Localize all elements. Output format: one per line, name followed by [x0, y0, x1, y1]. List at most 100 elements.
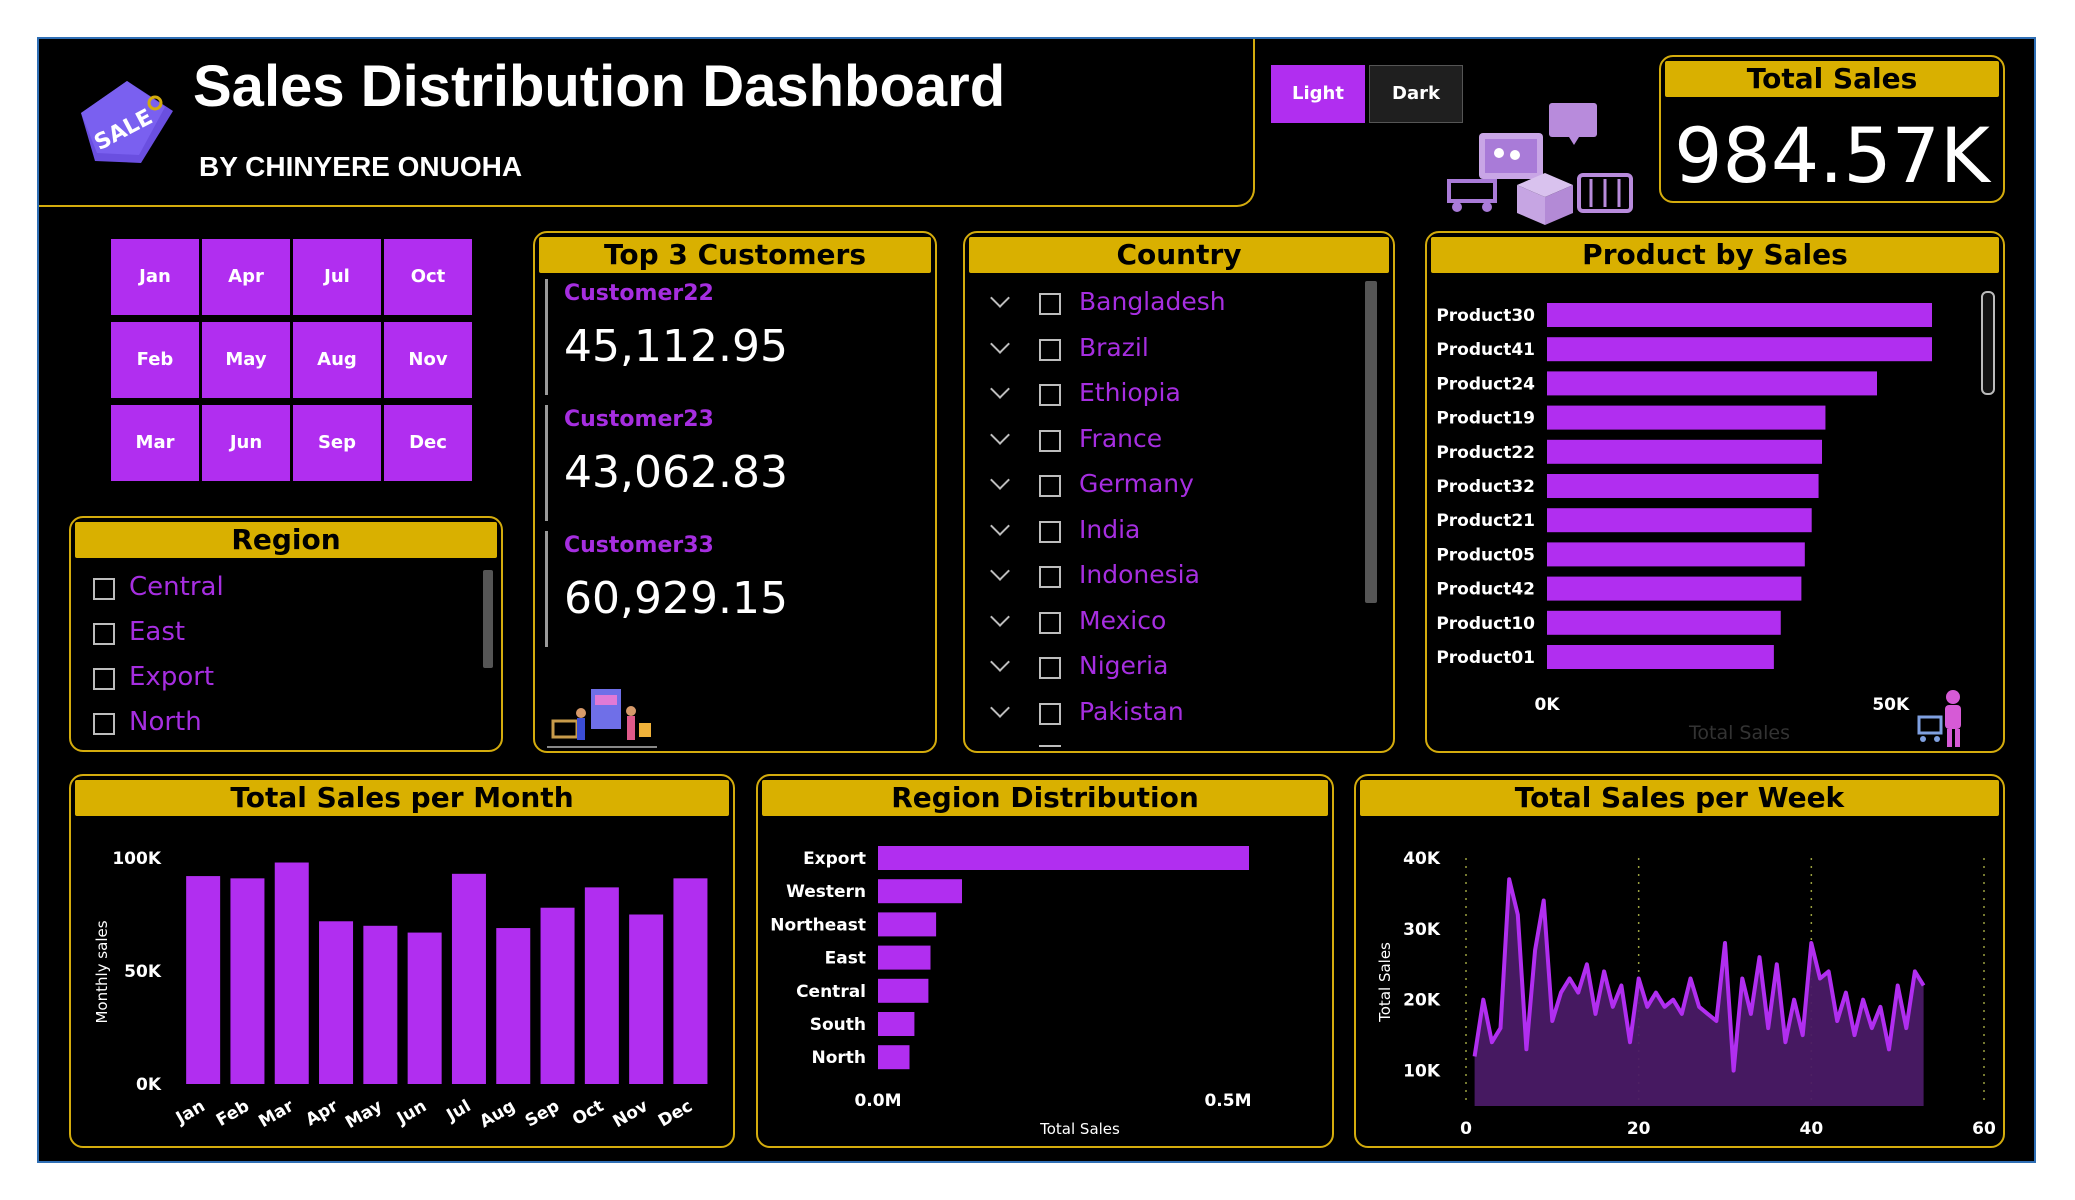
- country-item-france[interactable]: France: [985, 420, 1365, 462]
- country-checkbox[interactable]: [1039, 702, 1061, 725]
- month-bar: [451, 873, 486, 1084]
- month-bar: [540, 907, 575, 1084]
- region-label: East: [825, 949, 866, 969]
- chevron-down-icon[interactable]: [990, 470, 1010, 490]
- region-label: South: [810, 1015, 866, 1035]
- product-label: Product41: [1436, 340, 1535, 360]
- country-item-nigeria[interactable]: Nigeria: [985, 647, 1365, 689]
- chevron-down-icon[interactable]: [990, 697, 1010, 718]
- country-item-bangladesh[interactable]: Bangladesh: [985, 283, 1365, 325]
- month-button-may[interactable]: May: [202, 322, 290, 398]
- x-tick-label: Nov: [610, 1096, 652, 1132]
- x-tick-label: Oct: [569, 1096, 607, 1130]
- region-bar: [878, 846, 1249, 870]
- month-button-sep[interactable]: Sep: [293, 405, 381, 481]
- product-label: Product22: [1436, 443, 1535, 463]
- region-item-label: Central: [129, 572, 224, 602]
- region-list: Central East Export North: [89, 570, 469, 746]
- chevron-down-icon[interactable]: [990, 515, 1010, 536]
- country-checkbox[interactable]: [1039, 429, 1061, 452]
- y-tick-label: 10K: [1403, 1062, 1441, 1082]
- month-button-apr[interactable]: Apr: [202, 239, 290, 315]
- chevron-down-icon[interactable]: [990, 288, 1010, 308]
- country-scrollbar[interactable]: [1365, 281, 1377, 603]
- country-checkbox[interactable]: [1039, 657, 1061, 679]
- region-item-label: Export: [129, 662, 215, 692]
- header-panel: SALE Sales Distribution Dashboard BY CHI…: [39, 39, 1255, 207]
- y-axis-label: Monthly sales: [93, 920, 111, 1023]
- country-checkbox[interactable]: [1039, 384, 1061, 406]
- month-button-dec[interactable]: Dec: [384, 405, 472, 481]
- country-item-brazil[interactable]: Brazil: [985, 329, 1365, 371]
- customer-name: Customer22: [564, 281, 714, 306]
- month-button-jun[interactable]: Jun: [202, 405, 290, 481]
- x-axis-label: Total Sales: [1039, 1120, 1120, 1138]
- month-bar: [673, 878, 708, 1084]
- month-button-feb[interactable]: Feb: [111, 322, 199, 398]
- month-button-nov[interactable]: Nov: [384, 322, 472, 398]
- month-button-jan[interactable]: Jan: [111, 239, 199, 315]
- theme-light-button[interactable]: Light: [1271, 65, 1365, 123]
- product-scrollbar[interactable]: [1981, 291, 1995, 395]
- chevron-down-icon[interactable]: [990, 606, 1010, 627]
- region-distribution-chart: Export Western Northeast East Central South No…: [770, 846, 1252, 1138]
- product-sales-panel: Product by Sales Product30 Product41 Produ…: [1425, 231, 2005, 753]
- country-item-label: Mexico: [1079, 605, 1167, 635]
- country-item-label: France: [1079, 423, 1163, 453]
- month-button-oct[interactable]: Oct: [384, 239, 472, 315]
- country-checkbox[interactable]: [1039, 475, 1061, 497]
- region-checkbox[interactable]: [93, 668, 115, 690]
- product-sales-title: Product by Sales: [1431, 237, 1999, 273]
- country-item-mexico[interactable]: Mexico: [985, 602, 1365, 644]
- month-button-aug[interactable]: Aug: [293, 322, 381, 398]
- month-bar: [584, 887, 619, 1084]
- country-checkbox[interactable]: [1039, 293, 1061, 315]
- region-checkbox[interactable]: [93, 713, 115, 735]
- product-label: Product30: [1436, 306, 1535, 326]
- region-item-north[interactable]: North: [89, 705, 449, 745]
- region-distribution-panel: Region Distribution Export Western Northea…: [756, 774, 1334, 1148]
- country-checkbox[interactable]: [1039, 520, 1061, 543]
- country-item-germany[interactable]: Germany: [985, 465, 1365, 507]
- month-button-mar[interactable]: Mar: [111, 405, 199, 481]
- region-checkbox[interactable]: [93, 578, 115, 600]
- country-item-india[interactable]: India: [985, 511, 1365, 553]
- x-tick-label: Apr: [302, 1096, 342, 1130]
- month-bar: [363, 925, 398, 1084]
- country-checkbox[interactable]: [1039, 611, 1061, 634]
- shopping-illustration-icon: [1439, 97, 1639, 229]
- region-item-east[interactable]: East: [89, 615, 449, 655]
- top-customers-panel: Top 3 Customers Customer22 45,112.95 Custo…: [533, 231, 937, 753]
- country-item-label: India: [1079, 514, 1141, 544]
- chevron-down-icon[interactable]: [990, 379, 1010, 399]
- country-item-pakistan[interactable]: Pakistan: [985, 693, 1365, 735]
- region-label: Northeast: [770, 915, 866, 935]
- chevron-down-icon[interactable]: [990, 424, 1010, 445]
- country-checkbox[interactable]: [1039, 338, 1061, 361]
- country-checkbox-partial[interactable]: [1039, 745, 1061, 749]
- monthly-sales-panel: Total Sales per Month 0K 50K 100K Jan Feb Mar…: [69, 774, 735, 1148]
- customer-card: Customer23 43,062.83: [545, 405, 928, 521]
- product-label: Product42: [1436, 580, 1535, 600]
- chevron-down-icon[interactable]: [990, 561, 1010, 581]
- country-item-indonesia[interactable]: Indonesia: [985, 556, 1365, 598]
- region-checkbox[interactable]: [93, 623, 115, 645]
- country-item-label: Pakistan: [1079, 696, 1184, 726]
- country-checkbox[interactable]: [1039, 566, 1061, 588]
- month-button-jul[interactable]: Jul: [293, 239, 381, 315]
- region-label: Export: [803, 849, 866, 869]
- product-bar: [1547, 508, 1812, 533]
- product-label: Product24: [1436, 374, 1535, 394]
- region-item-central[interactable]: Central: [89, 570, 449, 610]
- total-sales-card: Total Sales 984.57K: [1659, 55, 2005, 203]
- region-scrollbar[interactable]: [483, 570, 493, 668]
- country-item-ethiopia[interactable]: Ethiopia: [985, 374, 1365, 416]
- customer-sales-value: 60,929.15: [564, 573, 788, 624]
- month-slicer: Jan Apr Jul Oct Feb May Aug Nov Mar Jun Sep Dec: [111, 239, 472, 489]
- product-bar: [1547, 474, 1819, 498]
- customer-sales-value: 45,112.95: [564, 321, 788, 372]
- chevron-down-icon[interactable]: [990, 333, 1010, 354]
- region-item-export[interactable]: Export: [89, 660, 449, 700]
- country-item-label: Ethiopia: [1079, 378, 1181, 407]
- chevron-down-icon[interactable]: [990, 652, 1010, 672]
